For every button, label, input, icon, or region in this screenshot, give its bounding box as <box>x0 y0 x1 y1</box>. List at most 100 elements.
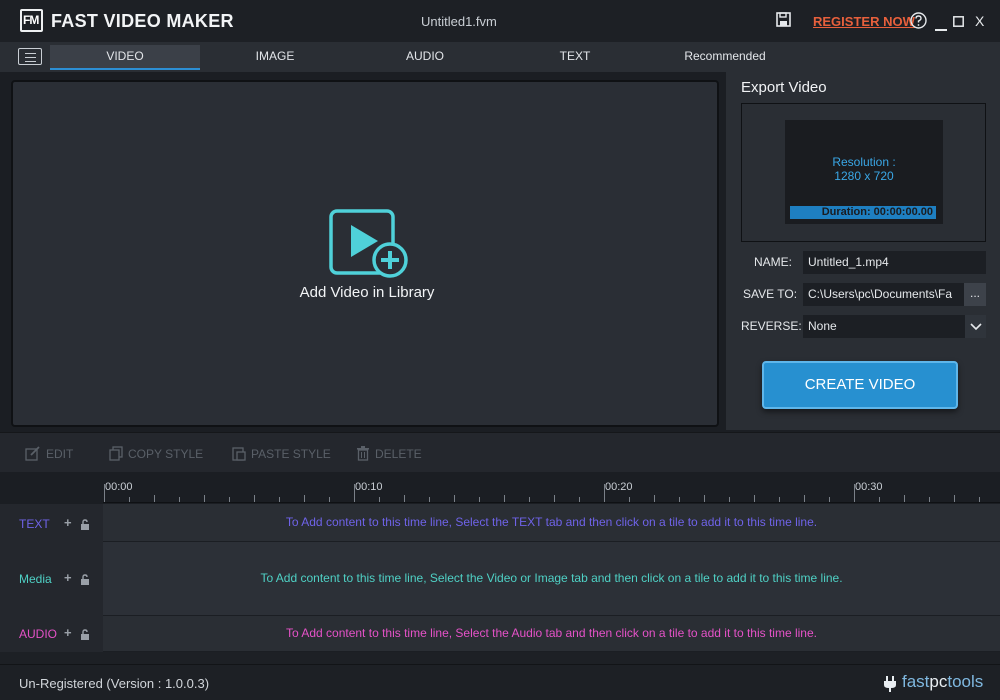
add-video-label[interactable]: Add Video in Library <box>13 284 721 301</box>
name-label: NAME: <box>754 255 793 269</box>
ruler-tick <box>754 495 755 502</box>
name-field[interactable]: Untitled_1.mp4 <box>803 251 986 274</box>
ruler-tick <box>679 497 680 502</box>
register-now-link[interactable]: REGISTER NOW <box>813 14 915 29</box>
ruler-spacer <box>0 477 103 504</box>
paste-icon <box>232 447 246 461</box>
ruler-tick <box>379 497 380 502</box>
ruler-tick <box>829 497 830 502</box>
export-preview-frame: Resolution : 1280 x 720 Duration: 00:00:… <box>741 103 986 242</box>
lane-hint-media: To Add content to this time line, Select… <box>260 571 843 585</box>
ruler-label: 00:20 <box>605 481 633 493</box>
timeline-ruler[interactable]: 00:00 00:10 00:20 00:30 <box>103 477 1000 503</box>
ruler-tick <box>654 495 655 502</box>
add-icon[interactable]: + <box>64 570 72 585</box>
create-video-button[interactable]: CREATE VIDEO <box>762 361 958 409</box>
edit-toolbar: EDIT COPY STYLE PASTE STYLE DELETE <box>0 432 1000 472</box>
lock-icon[interactable] <box>80 627 90 645</box>
edit-label: EDIT <box>46 447 74 461</box>
timeline-lane-media[interactable]: To Add content to this time line, Select… <box>103 542 1000 615</box>
add-icon[interactable]: + <box>64 625 72 640</box>
document-title: Untitled1.fvm <box>421 14 497 29</box>
track-name-audio: AUDIO <box>19 627 58 641</box>
plug-icon <box>884 676 896 697</box>
tab-text[interactable]: TEXT <box>500 45 650 70</box>
status-bar: Un-Registered (Version : 1.0.0.3) fastpc… <box>0 664 1000 700</box>
paste-style-button[interactable]: PASTE STYLE <box>232 446 331 461</box>
ruler-tick <box>279 497 280 502</box>
export-preview: Resolution : 1280 x 720 Duration: 00:00:… <box>785 120 943 224</box>
lane-hint-audio: To Add content to this time line, Select… <box>286 626 817 640</box>
ruler-tick <box>354 484 355 502</box>
duration-bar: Duration: 00:00:00.00 <box>790 206 936 219</box>
browse-button[interactable]: ... <box>964 283 986 306</box>
ruler-tick <box>129 497 130 502</box>
maximize-icon[interactable] <box>953 14 964 32</box>
tab-video[interactable]: VIDEO <box>50 45 200 70</box>
ruler-tick <box>229 497 230 502</box>
track-header-text: TEXT + <box>0 504 103 541</box>
ruler-label: 00:30 <box>855 481 883 493</box>
video-add-icon[interactable] <box>329 209 411 279</box>
ruler-tick <box>404 495 405 502</box>
paste-style-label: PASTE STYLE <box>251 447 331 461</box>
status-text: Un-Registered (Version : 1.0.0.3) <box>19 676 210 691</box>
help-icon[interactable] <box>910 12 927 34</box>
ruler-tick <box>579 497 580 502</box>
trash-icon <box>357 446 369 461</box>
track-name-media: Media <box>19 572 52 586</box>
track-header-audio: AUDIO + <box>0 616 103 652</box>
edit-button[interactable]: EDIT <box>25 446 73 461</box>
close-icon[interactable]: X <box>975 12 984 30</box>
track-name-text: TEXT <box>19 517 50 531</box>
ruler-tick <box>554 495 555 502</box>
lock-icon[interactable] <box>80 517 90 535</box>
tab-recommended[interactable]: Recommended <box>650 45 800 70</box>
timeline-lane-text[interactable]: To Add content to this time line, Select… <box>103 504 1000 541</box>
ruler-tick <box>929 497 930 502</box>
ruler-tick <box>179 497 180 502</box>
timeline-lane-audio[interactable]: To Add content to this time line, Select… <box>103 616 1000 651</box>
save-icon[interactable] <box>776 12 791 32</box>
ruler-tick <box>329 497 330 502</box>
ruler-tick <box>629 497 630 502</box>
ruler-tick <box>704 495 705 502</box>
ruler-tick <box>779 497 780 502</box>
ruler-tick <box>879 497 880 502</box>
tab-image[interactable]: IMAGE <box>200 45 350 70</box>
ruler-tick <box>479 497 480 502</box>
brand-logo: fastpctools <box>902 672 983 692</box>
logo-text: FM <box>23 13 39 27</box>
title-bar: FM FAST VIDEO MAKER Untitled1.fvm REGIST… <box>0 0 1000 42</box>
chevron-down-icon[interactable] <box>964 315 986 338</box>
ruler-tick <box>504 495 505 502</box>
tab-audio[interactable]: AUDIO <box>350 45 500 70</box>
minimize-icon[interactable] <box>935 19 947 37</box>
ruler-tick <box>604 484 605 502</box>
resolution-value: 1280 x 720 <box>834 169 894 183</box>
export-panel: Export Video Resolution : 1280 x 720 Dur… <box>726 72 1000 430</box>
lock-icon[interactable] <box>80 572 90 590</box>
resolution-info: Resolution : 1280 x 720 <box>785 155 943 183</box>
ruler-tick <box>154 495 155 502</box>
reverse-select[interactable]: None <box>803 315 986 338</box>
copy-style-label: COPY STYLE <box>128 447 204 461</box>
copy-style-button[interactable]: COPY STYLE <box>109 446 203 461</box>
ruler-tick <box>904 495 905 502</box>
saveto-field[interactable]: C:\Users\pc\Documents\Fa <box>803 283 964 306</box>
menu-icon[interactable] <box>18 48 42 65</box>
add-icon[interactable]: + <box>64 515 72 530</box>
ruler-tick <box>104 484 105 502</box>
brand-part-pc: pc <box>929 672 948 691</box>
ruler-tick <box>954 495 955 502</box>
resolution-label: Resolution : <box>832 155 896 169</box>
brand-part-fast: fast <box>902 672 930 691</box>
video-library-area[interactable]: Add Video in Library <box>11 80 719 427</box>
ruler-tick <box>254 495 255 502</box>
track-header-media: Media + <box>0 541 103 616</box>
delete-button[interactable]: DELETE <box>356 446 422 461</box>
saveto-label: SAVE TO: <box>743 287 798 301</box>
ruler-label: 00:10 <box>355 481 383 493</box>
ruler-tick <box>729 497 730 502</box>
ruler-tick <box>854 484 855 502</box>
